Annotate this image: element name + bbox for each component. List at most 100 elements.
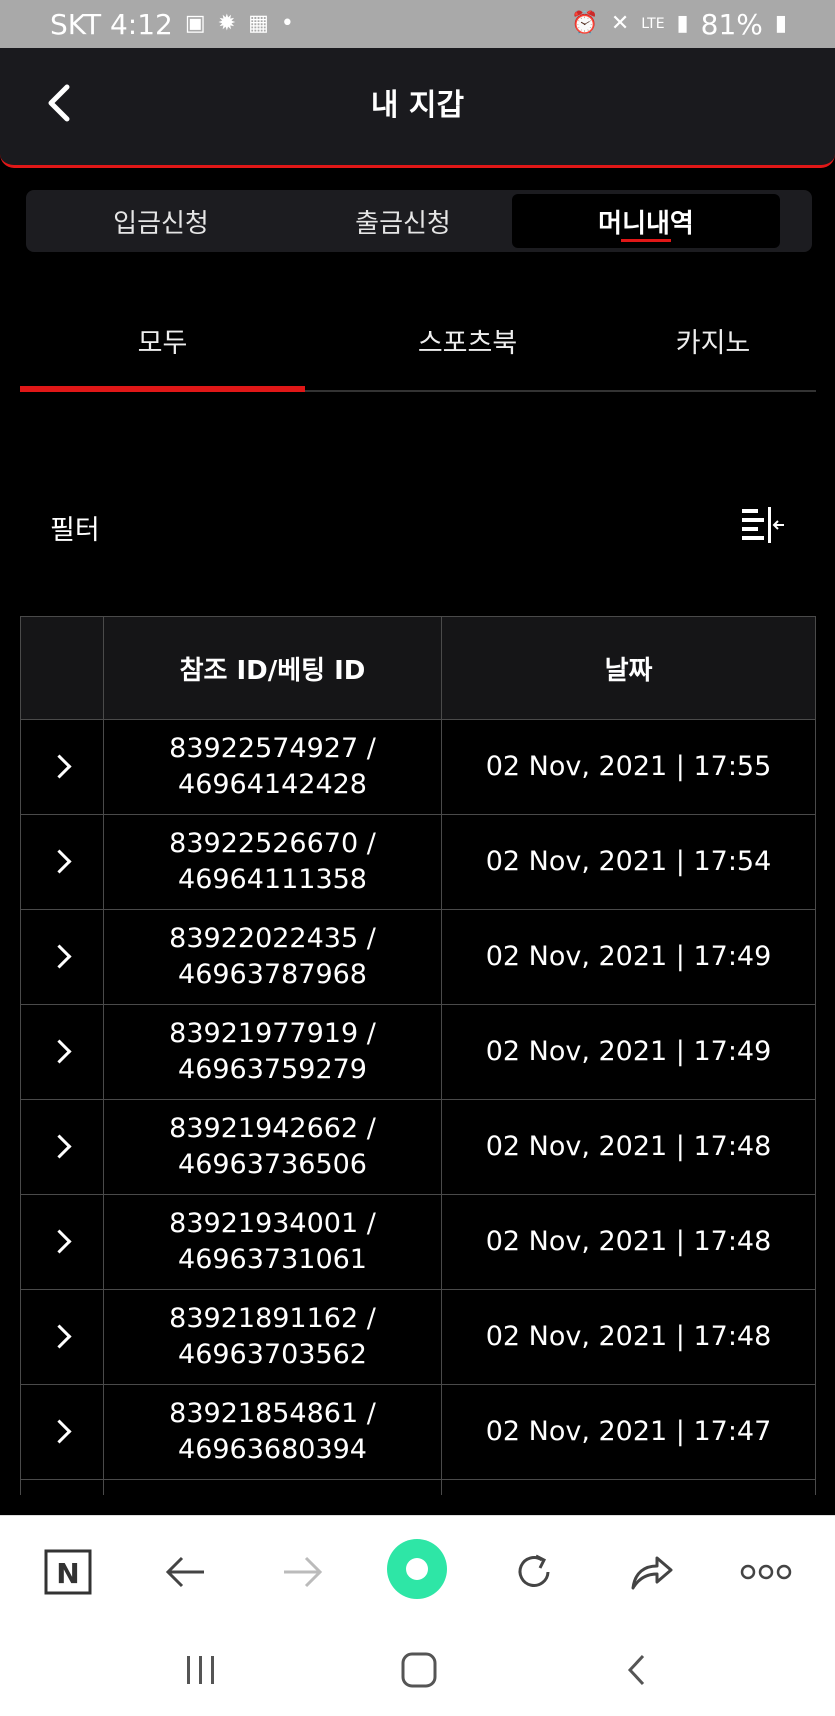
ref-id: 83922574927 / — [169, 733, 376, 764]
ref-id: 83921854861 / — [169, 1398, 376, 1429]
header-ref-id: 참조 ID/베팅 ID — [103, 616, 442, 720]
battery-percent: 81% — [700, 7, 763, 41]
table-row[interactable]: 83922526670 / 46964111358 02 Nov, 2021 | … — [20, 814, 816, 910]
table-row[interactable]: 83922574927 / 46964142428 02 Nov, 2021 | … — [20, 719, 816, 815]
browser-back-button[interactable] — [158, 1544, 214, 1600]
header-date: 날짜 — [441, 616, 816, 720]
page-title: 내 지갑 — [370, 88, 465, 123]
browser-share-button[interactable] — [624, 1544, 680, 1600]
battery-icon: ▮ — [774, 11, 787, 36]
chevron-right-icon — [46, 944, 72, 969]
recents-icon — [187, 1656, 214, 1684]
table-header-row: 참조 ID/베팅 ID 날짜 — [20, 616, 816, 720]
chevron-left-icon — [627, 1654, 645, 1686]
table-row[interactable]: 83921854861 / 46963680394 02 Nov, 2021 | … — [20, 1384, 816, 1480]
naver-n-icon: N — [44, 1549, 92, 1595]
ref-id: 83922022435 / — [169, 923, 376, 954]
segment-withdraw[interactable]: 출금신청 — [288, 190, 518, 252]
alarm-icon: ⏰ — [571, 11, 599, 36]
home-icon — [401, 1652, 437, 1688]
filter-toggle-button[interactable] — [740, 505, 786, 545]
segment-money-history[interactable]: 머니내역 — [512, 194, 780, 248]
money-history-table: 참조 ID/베팅 ID 날짜 83922574927 / 46964142428 … — [20, 616, 816, 1523]
content-clip — [0, 1495, 835, 1515]
home-button[interactable] — [394, 1647, 444, 1693]
date-cell: 02 Nov, 2021 | 17:47 — [441, 1384, 816, 1480]
segment-deposit[interactable]: 입금신청 — [46, 190, 276, 252]
expand-row-button[interactable] — [20, 1384, 104, 1480]
expand-row-button[interactable] — [20, 814, 104, 910]
table-row[interactable]: 83921891162 / 46963703562 02 Nov, 2021 | … — [20, 1289, 816, 1385]
browser-green-dot-button[interactable] — [386, 1538, 448, 1600]
arrow-left-icon — [165, 1556, 204, 1588]
more-icon — [740, 1564, 792, 1580]
date-cell: 02 Nov, 2021 | 17:48 — [441, 1099, 816, 1195]
expand-row-button[interactable] — [20, 1289, 104, 1385]
bet-id: 46964111358 — [178, 864, 367, 895]
chevron-right-icon — [46, 849, 72, 874]
expand-row-button[interactable] — [20, 1004, 104, 1100]
status-bar: SKT 4:12 ▣ ✹ ▦ • ⏰ ✕ LTE ▮ 81% ▮ — [0, 0, 835, 48]
ref-cell: 83922022435 / 46963787968 — [103, 909, 442, 1005]
browser-toolbar: N — [0, 1515, 835, 1626]
filter-icon — [742, 507, 784, 543]
ref-cell: 83922574927 / 46964142428 — [103, 719, 442, 815]
carrier-time: SKT 4:12 — [50, 7, 173, 41]
green-dot-icon — [387, 1539, 447, 1599]
date-cell: 02 Nov, 2021 | 17:49 — [441, 1004, 816, 1100]
table-row[interactable]: 83921934001 / 46963731061 02 Nov, 2021 | … — [20, 1194, 816, 1290]
table-row[interactable]: 83922022435 / 46963787968 02 Nov, 2021 | … — [20, 909, 816, 1005]
settings-icon: ✹ — [217, 11, 237, 36]
tab-casino[interactable]: 카지노 — [610, 290, 816, 390]
mute-icon: ✕ — [610, 11, 630, 36]
header-expand-col — [20, 616, 104, 720]
segment-money-history-label: 머니내역 — [598, 208, 694, 239]
expand-row-button[interactable] — [20, 1194, 104, 1290]
category-tabs: 모두 스포츠북 카지노 — [20, 290, 816, 392]
ref-id: 83921934001 / — [169, 1208, 376, 1239]
ref-cell: 83921934001 / 46963731061 — [103, 1194, 442, 1290]
signal-icon: ▮ — [676, 11, 689, 36]
date-cell: 02 Nov, 2021 | 17:48 — [441, 1194, 816, 1290]
tab-all[interactable]: 모두 — [20, 290, 305, 390]
browser-home-letter: N — [56, 1557, 79, 1590]
ref-cell: 83921977919 / 46963759279 — [103, 1004, 442, 1100]
browser-forward-button[interactable] — [274, 1544, 330, 1600]
segment-active-indicator — [621, 239, 671, 242]
filter-label: 필터 — [50, 515, 100, 546]
recent-apps-button[interactable] — [176, 1647, 226, 1693]
date-cell: 02 Nov, 2021 | 17:49 — [441, 909, 816, 1005]
app-bar: 내 지갑 — [0, 48, 835, 168]
table-row[interactable]: 83921942662 / 46963736506 02 Nov, 2021 | … — [20, 1099, 816, 1195]
browser-home-button[interactable]: N — [40, 1544, 96, 1600]
browser-refresh-button[interactable] — [506, 1544, 562, 1600]
chevron-right-icon — [46, 1039, 72, 1064]
date-cell: 02 Nov, 2021 | 17:54 — [441, 814, 816, 910]
ref-cell: 83921942662 / 46963736506 — [103, 1099, 442, 1195]
ref-id: 83921942662 / — [169, 1113, 376, 1144]
bet-id: 46963736506 — [178, 1149, 367, 1180]
expand-row-button[interactable] — [20, 719, 104, 815]
bet-id: 46963759279 — [178, 1054, 367, 1085]
browser-more-button[interactable] — [738, 1544, 794, 1600]
ref-id: 83921977919 / — [169, 1018, 376, 1049]
bet-id: 46963703562 — [178, 1339, 367, 1370]
tab-sportsbook[interactable]: 스포츠북 — [325, 290, 610, 390]
table-row[interactable]: 83921977919 / 46963759279 02 Nov, 2021 | … — [20, 1004, 816, 1100]
network-label: LTE — [641, 16, 665, 32]
chevron-right-icon — [46, 1134, 72, 1159]
date-cell: 02 Nov, 2021 | 17:48 — [441, 1289, 816, 1385]
bet-id: 46963731061 — [178, 1244, 367, 1275]
wallet-segment: 입금신청 출금신청 머니내역 — [26, 190, 812, 252]
tab-active-indicator — [20, 386, 305, 392]
date-cell: 02 Nov, 2021 | 17:55 — [441, 719, 816, 815]
system-back-button[interactable] — [612, 1647, 662, 1693]
expand-row-button[interactable] — [20, 909, 104, 1005]
ref-cell: 83922526670 / 46964111358 — [103, 814, 442, 910]
ref-id: 83921891162 / — [169, 1303, 376, 1334]
chevron-right-icon — [46, 1419, 72, 1444]
expand-row-button[interactable] — [20, 1099, 104, 1195]
chevron-right-icon — [46, 1229, 72, 1254]
arrow-right-icon — [284, 1556, 323, 1588]
system-nav-bar — [0, 1625, 835, 1716]
